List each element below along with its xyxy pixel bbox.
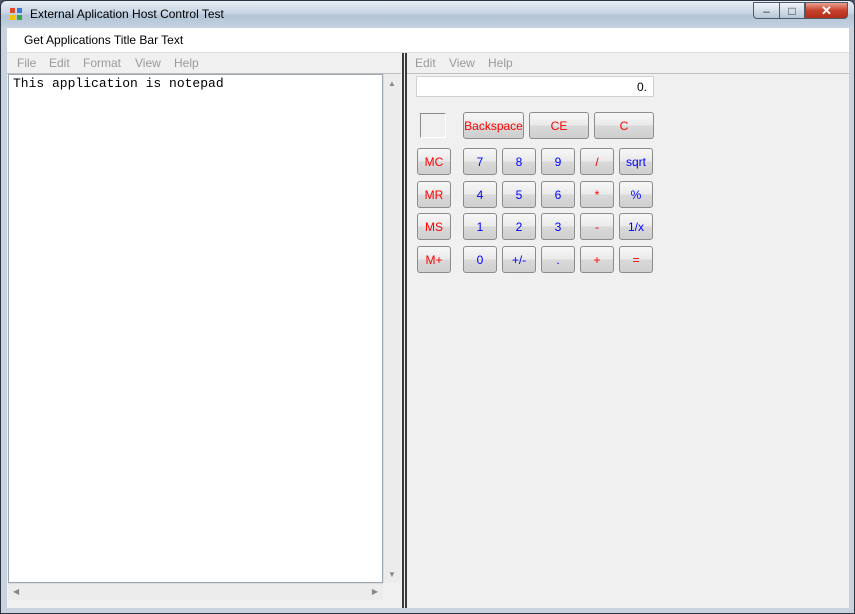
clear-entry-button[interactable]: CE xyxy=(529,112,589,139)
key-1[interactable]: 1 xyxy=(463,213,497,240)
calculator-pane: Edit View Help 0. Backspace CE C MC MR M… xyxy=(407,53,849,608)
notepad-menu-format[interactable]: Format xyxy=(83,56,121,70)
key-9[interactable]: 9 xyxy=(541,148,575,175)
notepad-vertical-scrollbar[interactable]: ▲ ▼ xyxy=(383,74,400,583)
key-2[interactable]: 2 xyxy=(502,213,536,240)
menu-get-title-bar-text[interactable]: Get Applications Title Bar Text xyxy=(24,33,183,47)
memory-indicator xyxy=(420,113,446,138)
maximize-icon: □ xyxy=(788,3,796,18)
key-subtract[interactable]: - xyxy=(580,213,614,240)
key-sqrt[interactable]: sqrt xyxy=(619,148,653,175)
scroll-down-icon[interactable]: ▼ xyxy=(388,570,396,579)
key-reciprocal[interactable]: 1/x xyxy=(619,213,653,240)
memory-recall-button[interactable]: MR xyxy=(417,181,451,208)
key-5[interactable]: 5 xyxy=(502,181,536,208)
key-0[interactable]: 0 xyxy=(463,246,497,273)
scroll-up-icon[interactable]: ▲ xyxy=(388,79,396,88)
maximize-button[interactable]: □ xyxy=(779,2,805,19)
calculator-display: 0. xyxy=(416,76,654,97)
backspace-button[interactable]: Backspace xyxy=(463,112,524,139)
title-bar[interactable]: External Aplication Host Control Test – … xyxy=(1,1,854,28)
memory-store-button[interactable]: MS xyxy=(417,213,451,240)
key-add[interactable]: + xyxy=(580,246,614,273)
window-title: External Aplication Host Control Test xyxy=(30,7,224,21)
key-8[interactable]: 8 xyxy=(502,148,536,175)
notepad-menu-edit[interactable]: Edit xyxy=(49,56,70,70)
main-window: External Aplication Host Control Test – … xyxy=(0,0,855,614)
notepad-menu-bar: File Edit Format View Help xyxy=(7,53,401,74)
close-icon: ✕ xyxy=(821,2,832,18)
scroll-right-icon[interactable]: ▶ xyxy=(372,587,378,596)
calc-menu-help[interactable]: Help xyxy=(488,56,513,70)
minimize-button[interactable]: – xyxy=(753,2,779,19)
memory-add-button[interactable]: M+ xyxy=(417,246,451,273)
calculator-menu-bar: Edit View Help xyxy=(407,53,849,74)
host-menu-bar: Get Applications Title Bar Text xyxy=(7,28,849,53)
memory-clear-button[interactable]: MC xyxy=(417,148,451,175)
notepad-pane: File Edit Format View Help This applicat… xyxy=(7,53,401,608)
notepad-menu-view[interactable]: View xyxy=(135,56,161,70)
key-4[interactable]: 4 xyxy=(463,181,497,208)
key-divide[interactable]: / xyxy=(580,148,614,175)
key-percent[interactable]: % xyxy=(619,181,653,208)
key-6[interactable]: 6 xyxy=(541,181,575,208)
key-7[interactable]: 7 xyxy=(463,148,497,175)
key-decimal[interactable]: . xyxy=(541,246,575,273)
calc-menu-edit[interactable]: Edit xyxy=(415,56,436,70)
application-icon[interactable] xyxy=(10,8,23,21)
notepad-menu-file[interactable]: File xyxy=(17,56,36,70)
scroll-left-icon[interactable]: ◀ xyxy=(13,587,19,596)
clear-button[interactable]: C xyxy=(594,112,654,139)
calc-menu-view[interactable]: View xyxy=(449,56,475,70)
client-area: Get Applications Title Bar Text File Edi… xyxy=(7,28,849,608)
notepad-menu-help[interactable]: Help xyxy=(174,56,199,70)
notepad-text-area[interactable]: This application is notepad xyxy=(8,74,383,583)
notepad-horizontal-scrollbar[interactable]: ◀ ▶ xyxy=(8,583,383,600)
minimize-icon: – xyxy=(763,3,770,18)
key-equals[interactable]: = xyxy=(619,246,653,273)
close-button[interactable]: ✕ xyxy=(805,2,848,19)
key-multiply[interactable]: * xyxy=(580,181,614,208)
key-negate[interactable]: +/- xyxy=(502,246,536,273)
key-3[interactable]: 3 xyxy=(541,213,575,240)
